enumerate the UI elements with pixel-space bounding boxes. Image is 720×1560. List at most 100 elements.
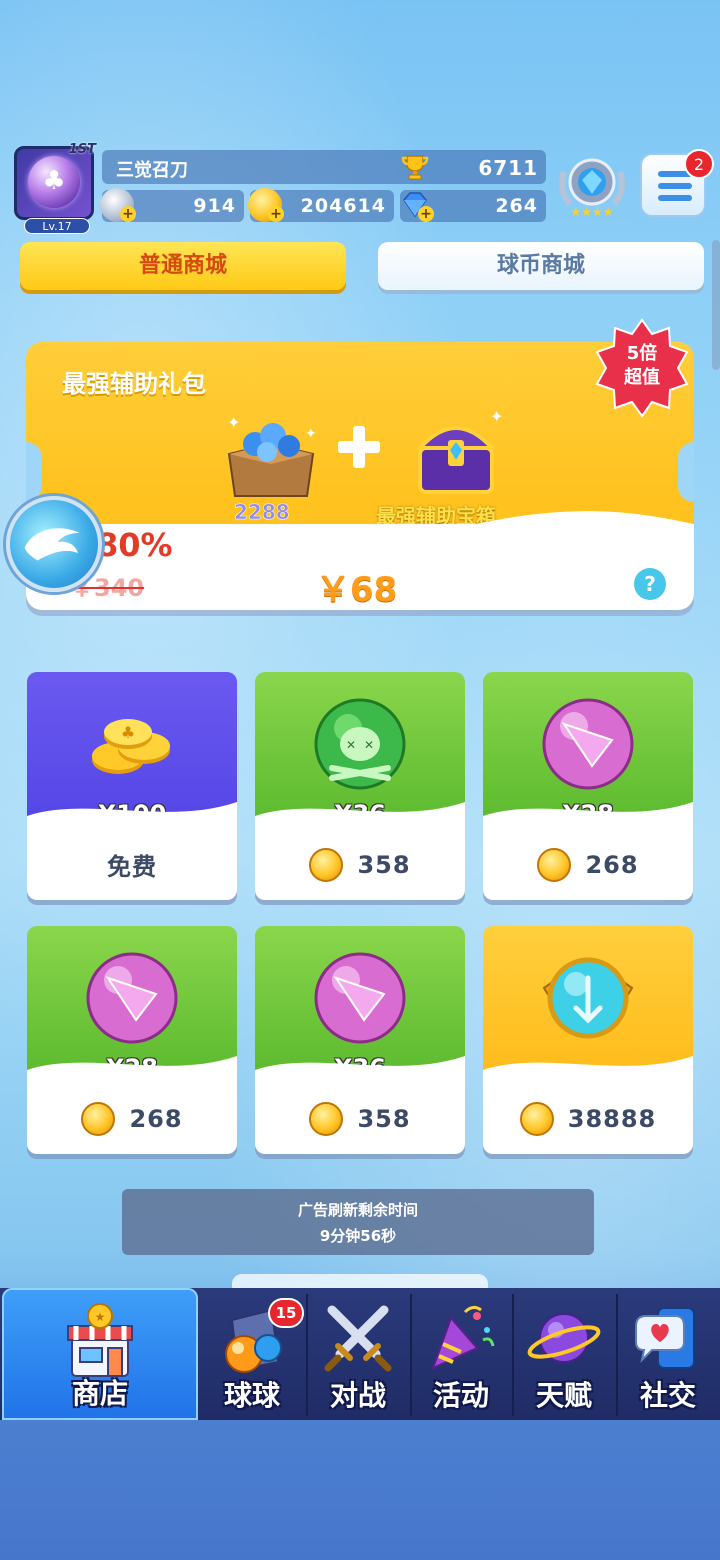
- rank-badge-icon[interactable]: ★★★★: [556, 150, 628, 222]
- wave-decoration: [255, 802, 465, 826]
- gold-coin-icon: [309, 848, 344, 882]
- player-name-bar: 三觉召刀 6711: [102, 150, 546, 184]
- item-cost[interactable]: 358: [255, 1102, 465, 1136]
- crossed-swords-icon: [324, 1305, 392, 1372]
- planet-icon: [527, 1313, 601, 1363]
- svg-text:✦: ✦: [227, 414, 240, 432]
- add-silver-icon[interactable]: +: [120, 206, 136, 222]
- nav-label: 对战: [329, 1379, 386, 1412]
- item-cost[interactable]: 免费: [27, 847, 237, 882]
- add-coin-icon[interactable]: +: [268, 206, 284, 222]
- player-avatar[interactable]: ♣ 1ST Lv.17: [10, 142, 98, 234]
- shop-item-card[interactable]: X28 268: [27, 926, 237, 1154]
- coin-count: 204614: [300, 195, 386, 217]
- gold-coins-icon: ♣: [92, 719, 170, 774]
- menu-notification-badge: 2: [684, 149, 714, 179]
- timer-value: 9分钟56秒: [319, 1227, 397, 1245]
- item-cost[interactable]: 268: [483, 848, 693, 882]
- pink-arrow-ball-icon: [86, 952, 178, 1044]
- pink-arrow-ball-icon: [314, 952, 406, 1044]
- nav-label: 商店: [71, 1377, 128, 1410]
- badge-line-1: 5倍: [626, 343, 658, 364]
- treasure-chest-icon: ✦: [415, 407, 503, 494]
- shop-icon: ★: [67, 1303, 133, 1377]
- nav-label: 球球: [223, 1379, 280, 1412]
- tab-normal-shop[interactable]: 普通商城: [20, 242, 346, 290]
- wave-decoration: [255, 1056, 465, 1080]
- help-button[interactable]: ?: [634, 568, 666, 600]
- badge-line-2: 超值: [624, 367, 660, 388]
- wave-decoration: [27, 1056, 237, 1080]
- item-cost[interactable]: 358: [255, 848, 465, 882]
- silver-resource[interactable]: + 914: [100, 188, 244, 222]
- player-name: 三觉召刀: [116, 160, 188, 181]
- svg-text:✕: ✕: [364, 738, 374, 752]
- green-skull-ball-icon: ✕ ✕: [314, 698, 406, 790]
- player-level: Lv.17: [24, 218, 90, 234]
- nav-item-balls[interactable]: 15 球球: [200, 1288, 304, 1420]
- item-cost[interactable]: 38888: [483, 1102, 693, 1136]
- cost-value: 358: [357, 851, 411, 879]
- value-badge-text: 5倍 超值: [592, 342, 692, 390]
- coin-resource[interactable]: + 204614: [248, 188, 394, 222]
- cyan-winged-ball-icon: [542, 957, 634, 1039]
- cost-value: 38888: [567, 1105, 657, 1133]
- nav-item-shop[interactable]: ★ 商店: [2, 1288, 198, 1420]
- cost-value: 268: [129, 1105, 183, 1133]
- svg-text:✦: ✦: [305, 426, 317, 442]
- svg-text:✦: ✦: [490, 407, 503, 426]
- shop-item-card[interactable]: X28 268: [483, 672, 693, 900]
- menu-button[interactable]: 2: [640, 149, 714, 217]
- silver-count: 914: [193, 195, 236, 217]
- ticket-notch: [678, 442, 694, 502]
- gem-box-icon: ✦✦: [227, 414, 317, 497]
- ad-refresh-timer: 广告刷新剩余时间 9分钟56秒: [122, 1189, 594, 1255]
- rank-tag: 1ST: [68, 142, 96, 157]
- gold-coin-icon: [537, 848, 572, 882]
- gold-coin-icon: [309, 1102, 344, 1136]
- bottom-navigation: ★ 商店 15 球球 对战 活动 天赋 社交: [0, 1288, 720, 1420]
- balls-badge: 15: [268, 1298, 304, 1328]
- party-popper-icon: [431, 1305, 495, 1370]
- nav-label: 活动: [432, 1379, 489, 1412]
- trophy-count: 6711: [478, 156, 538, 180]
- wave-decoration: [483, 1056, 693, 1080]
- menu-icon-line: [658, 195, 692, 201]
- discount-label: 80%: [96, 526, 173, 564]
- floating-assistant-button[interactable]: [6, 496, 102, 592]
- wave-decoration: [27, 802, 237, 826]
- cost-value: 358: [357, 1105, 411, 1133]
- shop-item-card[interactable]: ✕ ✕ X36 358: [255, 672, 465, 900]
- svg-text:★★★★: ★★★★: [570, 205, 613, 219]
- cost-value: 268: [585, 851, 639, 879]
- clover-icon: ♣: [42, 166, 66, 196]
- chat-phone-icon: [635, 1307, 695, 1369]
- plus-icon: [338, 426, 380, 468]
- gem-count: 264: [495, 195, 538, 217]
- gold-coin-icon: [519, 1102, 554, 1136]
- timer-label: 广告刷新剩余时间: [297, 1201, 418, 1219]
- shop-item-card[interactable]: 38888: [483, 926, 693, 1154]
- shop-item-card[interactable]: X36 358: [255, 926, 465, 1154]
- nav-label: 社交: [639, 1379, 696, 1412]
- pink-arrow-ball-icon: [542, 698, 634, 790]
- nav-item-events[interactable]: 活动: [410, 1288, 512, 1420]
- gem-resource[interactable]: + 264: [400, 190, 546, 222]
- trophy-icon: [401, 155, 429, 180]
- wave-decoration: [483, 802, 693, 826]
- shop-item-card[interactable]: ♣ X100 免费: [27, 672, 237, 900]
- nav-item-talent[interactable]: 天赋: [512, 1288, 616, 1420]
- bottom-safe-area: [0, 1420, 720, 1560]
- add-gem-icon[interactable]: +: [418, 206, 434, 222]
- gift-price-button[interactable]: ￥68: [316, 562, 397, 610]
- free-label: 免费: [107, 853, 157, 881]
- nav-item-social[interactable]: 社交: [616, 1288, 720, 1420]
- item-cost[interactable]: 268: [27, 1102, 237, 1136]
- wave-whale-icon: [24, 528, 80, 561]
- nav-item-battle[interactable]: 对战: [306, 1288, 410, 1420]
- svg-text:★: ★: [95, 1310, 106, 1324]
- menu-icon-line: [658, 183, 692, 189]
- tab-ball-coin-shop[interactable]: 球币商城: [378, 242, 704, 290]
- ticket-notch: [26, 442, 42, 502]
- side-edge-handle[interactable]: [712, 240, 720, 370]
